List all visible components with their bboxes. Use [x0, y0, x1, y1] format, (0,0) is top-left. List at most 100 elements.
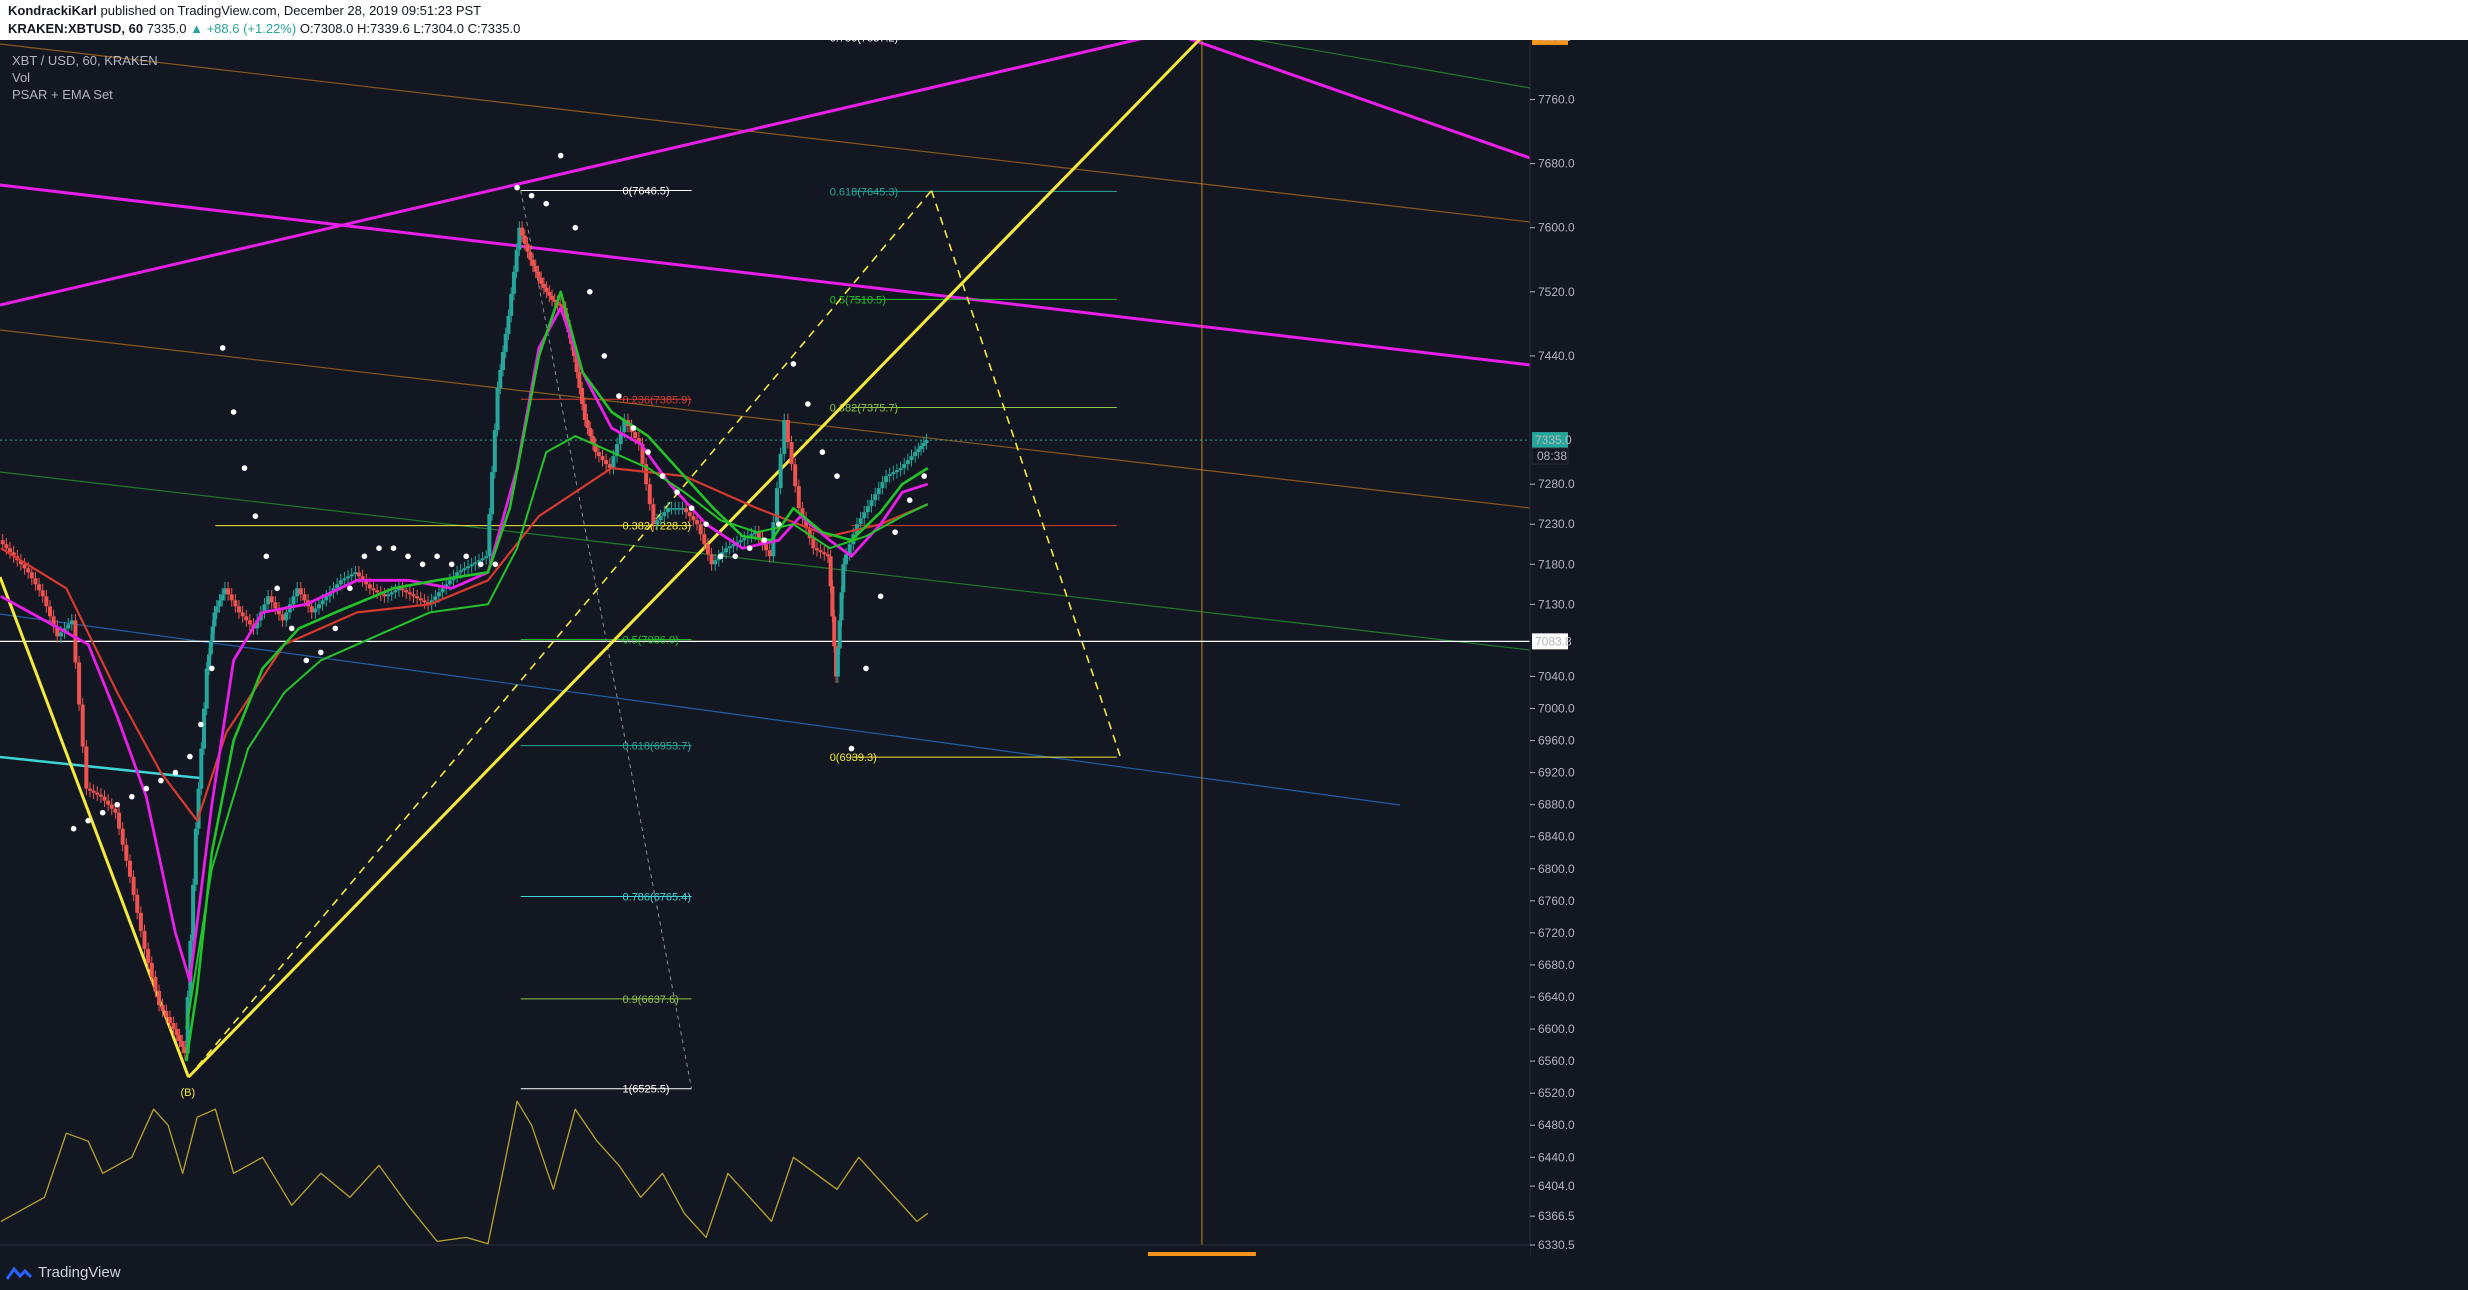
candle-body [495, 387, 500, 431]
candle-body [633, 432, 638, 439]
psar-dot [85, 817, 91, 824]
psar-dot [376, 545, 382, 551]
legend-title[interactable]: XBT / USD, 60, KRAKEN [12, 52, 158, 69]
candle-body [4, 544, 9, 549]
candle-body [473, 562, 478, 565]
candle-body [691, 516, 696, 521]
candle-body [69, 620, 74, 625]
candle-body [796, 486, 801, 509]
candle-body [174, 1029, 179, 1036]
psar-dot [318, 649, 324, 656]
candle-body [280, 614, 285, 621]
candle-body [582, 404, 587, 421]
candle-body [487, 514, 492, 557]
candle-body [177, 1035, 182, 1042]
candle-body [865, 506, 870, 513]
candle-body [393, 590, 398, 593]
candle-body [240, 612, 245, 617]
author-name[interactable]: KondrackiKarl [8, 3, 97, 18]
psar-dot [877, 593, 884, 600]
candle-body [204, 668, 209, 709]
legend-indicator[interactable]: PSAR + EMA Set [12, 86, 158, 103]
psar-dot [463, 553, 470, 560]
psar-dot [659, 473, 666, 479]
candle-body [695, 520, 700, 525]
symbol-name[interactable]: KRAKEN:XBTUSD, 60 [8, 21, 143, 36]
ohlc-close: C:7335.0 [467, 21, 521, 36]
psar-dot [252, 513, 259, 519]
price-axis-label: 7280.0 [1538, 477, 1575, 491]
psar-dot [834, 473, 840, 479]
psar-dot [230, 409, 237, 415]
psar-dot [187, 753, 193, 760]
candle-body [492, 430, 497, 473]
candle-body [117, 812, 122, 829]
candle-body [80, 704, 85, 747]
psar-dot [921, 473, 927, 479]
chart-canvas[interactable]: 0(7646.5)0.236(7385.9)0.382(7228.3)0.5(7… [0, 0, 2468, 1290]
price-axis-label: 6366.5 [1538, 1209, 1575, 1223]
candle-body [676, 508, 681, 510]
candle-body [342, 578, 347, 581]
candle-body [338, 580, 343, 585]
price-axis-label: 6520.0 [1538, 1086, 1575, 1100]
price-axis-label: 7520.0 [1538, 285, 1575, 299]
candle-body [404, 590, 409, 593]
candle-body [785, 420, 790, 443]
candle-body [389, 592, 394, 595]
fib-left-level-label: 0.786(6765.4) [623, 892, 692, 904]
psar-dot [477, 561, 484, 568]
psar-dot [114, 801, 120, 808]
psar-dot [528, 192, 535, 199]
candle-body [498, 369, 503, 388]
candle-body [120, 828, 125, 845]
candle-body [106, 800, 111, 805]
candle-body [544, 287, 549, 292]
price-axis-label: 7760.0 [1538, 93, 1575, 107]
price-axis-label: 6960.0 [1538, 734, 1575, 748]
candle-body [157, 990, 162, 1006]
brand[interactable]: TradingView [6, 1264, 121, 1281]
psar-dot [892, 529, 898, 535]
candle-body [462, 568, 467, 571]
price-axis-label: 7040.0 [1538, 669, 1575, 683]
psar-dot [492, 561, 499, 568]
candle-body [822, 552, 827, 555]
psar-dot [630, 425, 637, 431]
legend-volume[interactable]: Vol [12, 69, 158, 86]
candle-body [138, 912, 143, 931]
psar-dot [198, 721, 204, 728]
price-axis-label: 6800.0 [1538, 862, 1575, 876]
candle-body [386, 594, 391, 597]
candle-body [924, 440, 929, 444]
price-axis-label: 6440.0 [1538, 1150, 1575, 1164]
ohlc-open: O:7308.0 [299, 21, 354, 36]
candle-body [862, 512, 867, 519]
candle-body [66, 624, 71, 629]
psar-dot [819, 449, 826, 455]
psar-dot [209, 665, 215, 672]
candle-body [84, 746, 89, 789]
candle-body [220, 594, 225, 601]
candle-body [135, 894, 140, 913]
psar-dot [863, 665, 869, 672]
candle-body [558, 303, 563, 306]
candle-body [528, 251, 533, 260]
candle-body [237, 606, 242, 613]
psar-dot [390, 545, 397, 551]
ohlc-low: L:7304.0 [413, 21, 464, 36]
chart-legend: XBT / USD, 60, KRAKEN Vol PSAR + EMA Set [12, 52, 158, 103]
candle-body [503, 333, 508, 352]
candle-body [604, 460, 609, 465]
candle-body [320, 600, 325, 605]
candle-body [400, 588, 405, 591]
publish-header: KondrackiKarl published on TradingView.c… [0, 0, 2468, 40]
candle-body [131, 876, 136, 895]
candle-body [905, 460, 910, 465]
price-axis-label: 6920.0 [1538, 766, 1575, 780]
fib-right-level-label: 0.618(7645.3) [830, 186, 899, 198]
candle-body [844, 554, 849, 565]
candle-body [302, 594, 307, 601]
price-axis-label: 6404.0 [1538, 1179, 1575, 1193]
candle-body [705, 544, 710, 555]
